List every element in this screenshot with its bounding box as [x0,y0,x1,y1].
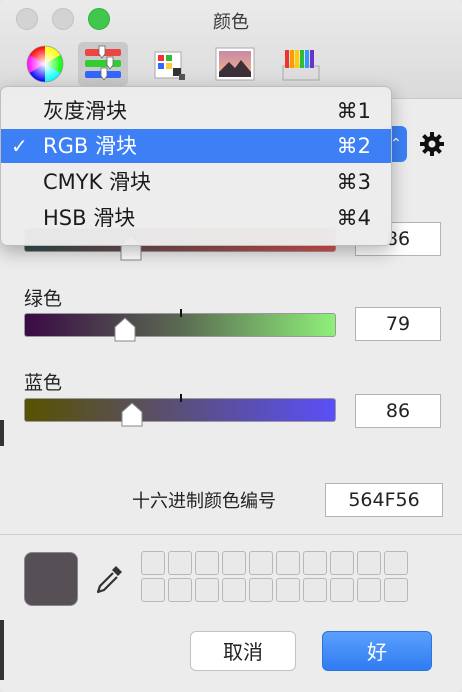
green-value-field[interactable]: 79 [355,307,441,341]
color-well[interactable] [303,578,327,602]
color-well[interactable] [168,578,192,602]
color-well[interactable] [195,551,219,575]
color-well[interactable] [141,551,165,575]
menu-item-shortcut: ⌘4 [336,206,371,230]
tab-color-wheel[interactable] [20,42,70,86]
color-well[interactable] [276,551,300,575]
menu-item-rgb[interactable]: ✓ RGB 滑块 ⌘2 [1,129,391,163]
green-label: 绿色 [24,288,63,310]
color-well[interactable] [330,551,354,575]
divider [0,534,462,535]
colors-window: 颜色 ⌃ 86 绿色 79 蓝色 86 十六进制颜色编号 564F56 取消 好… [0,0,462,692]
menu-item-shortcut: ⌘3 [336,170,371,194]
window-title: 颜色 [213,12,249,33]
gear-icon[interactable] [418,130,446,158]
menu-item-shortcut: ⌘2 [336,134,371,158]
color-well[interactable] [141,578,165,602]
color-wheel-icon [26,45,64,83]
color-well[interactable] [276,578,300,602]
eyedropper-icon[interactable] [92,562,126,596]
blue-value-field[interactable]: 86 [355,394,441,428]
color-well[interactable] [222,551,246,575]
pencils-icon [282,50,320,81]
blue-slider-midpoint-tick [180,394,182,402]
hex-field[interactable]: 564F56 [325,483,443,517]
tab-color-palettes[interactable] [144,42,194,86]
background-window-edge [0,420,4,446]
menu-item-label: CMYK 滑块 [43,170,152,194]
color-well[interactable] [168,551,192,575]
color-well[interactable] [384,578,408,602]
color-well[interactable] [195,578,219,602]
background-window-edge [0,620,4,680]
sliders-icon [85,45,121,81]
tab-color-sliders[interactable] [78,42,128,86]
menu-item-label: 灰度滑块 [43,99,127,123]
image-icon [215,47,255,81]
menu-item-label: RGB 滑块 [43,134,137,158]
title-bar: 颜色 [0,0,462,99]
menu-item-grayscale[interactable]: 灰度滑块 ⌘1 [1,94,391,128]
menu-item-hsb[interactable]: HSB 滑块 ⌘4 [1,201,391,235]
blue-label: 蓝色 [24,372,63,394]
ok-button[interactable]: 好 [322,631,432,671]
tab-image-palettes[interactable] [210,42,260,86]
current-color-swatch[interactable] [24,552,78,606]
color-well[interactable] [384,551,408,575]
menu-item-shortcut: ⌘1 [336,99,371,123]
color-well[interactable] [222,578,246,602]
color-well[interactable] [249,551,273,575]
color-well[interactable] [330,578,354,602]
checkmark-icon: ✓ [11,134,28,158]
menu-item-label: HSB 滑块 [43,206,136,230]
color-wells [141,551,408,602]
slider-mode-menu: 灰度滑块 ⌘1 ✓ RGB 滑块 ⌘2 CMYK 滑块 ⌘3 HSB 滑块 ⌘4 [0,86,392,246]
tab-pencils[interactable] [276,42,326,86]
color-well[interactable] [249,578,273,602]
palette-icon [154,51,185,80]
menu-item-cmyk[interactable]: CMYK 滑块 ⌘3 [1,165,391,199]
color-well[interactable] [357,551,381,575]
green-slider-knob[interactable] [114,317,136,343]
color-well[interactable] [303,551,327,575]
cancel-button[interactable]: 取消 [190,631,296,671]
green-slider-midpoint-tick [180,309,182,317]
hex-label: 十六进制颜色编号 [132,491,276,512]
color-well[interactable] [357,578,381,602]
blue-slider-knob[interactable] [121,402,143,428]
